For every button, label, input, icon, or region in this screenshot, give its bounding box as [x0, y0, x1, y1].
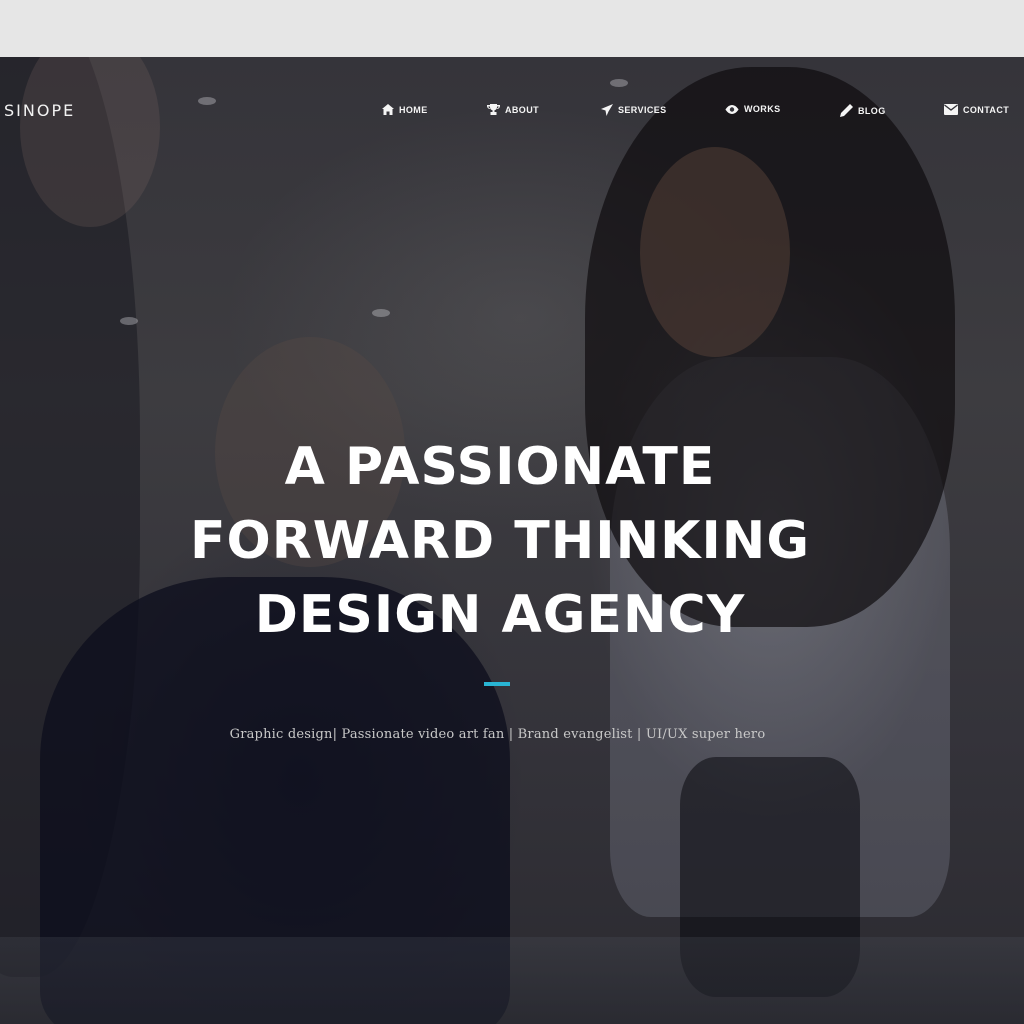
hero-headline-line: DESIGN AGENCY [254, 585, 746, 645]
nav-home[interactable]: HOME [382, 104, 428, 115]
eye-icon [725, 104, 739, 114]
browser-top-band [0, 0, 1024, 57]
nav-works[interactable]: WORKS [725, 104, 781, 114]
hero-tagline: Graphic design| Passionate video art fan… [229, 727, 766, 742]
nav-label-services: SERVICES [618, 105, 667, 115]
nav-label-blog: BLOG [858, 105, 886, 116]
hero-headline: A PASSIONATE FORWARD THINKING DESIGN AGE… [0, 430, 1000, 652]
envelope-icon [944, 104, 958, 115]
ceiling-light [372, 309, 390, 317]
pencil-icon [840, 104, 853, 117]
nav-about[interactable]: ABOUT [487, 104, 539, 115]
paper-plane-icon [601, 104, 613, 116]
nav-blog[interactable]: BLOG [840, 104, 886, 117]
nav-label-works: WORKS [744, 104, 781, 114]
nav-services[interactable]: SERVICES [601, 104, 667, 116]
nav-label-contact: CONTACT [963, 104, 1010, 115]
ceiling-light [120, 317, 138, 325]
accent-divider [484, 682, 510, 686]
photo-table [0, 937, 1024, 1024]
hero-headline-line: A PASSIONATE [284, 437, 716, 497]
nav-label-home: HOME [399, 104, 428, 115]
hero-headline-line: FORWARD THINKING [189, 511, 811, 571]
photo-woman-face [640, 147, 790, 357]
ceiling-light [610, 79, 628, 87]
main-nav: HOME ABOUT SERVICES WORKS BLOG CONTACT [0, 104, 1024, 124]
home-icon [382, 104, 394, 115]
nav-contact[interactable]: CONTACT [944, 104, 1009, 115]
nav-label-about: ABOUT [505, 104, 539, 115]
trophy-icon [487, 104, 500, 115]
